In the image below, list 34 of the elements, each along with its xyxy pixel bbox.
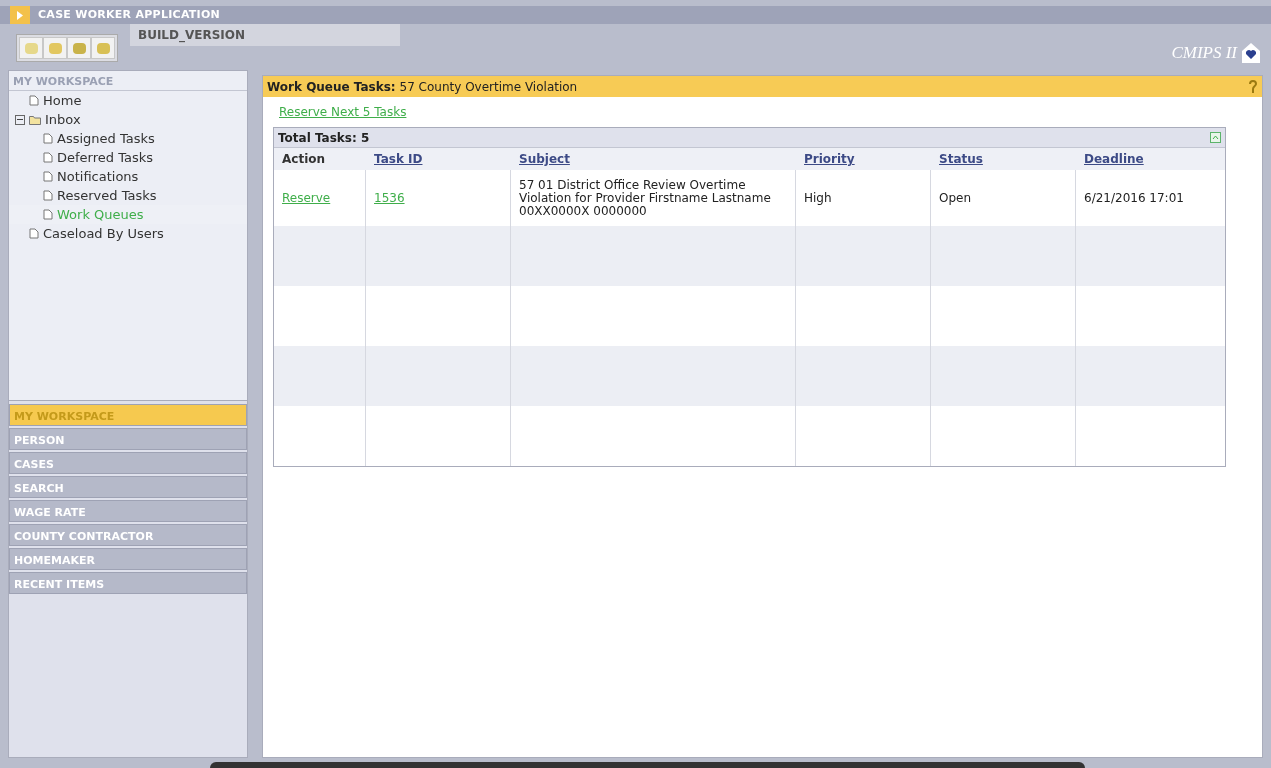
table-cell-text: High — [804, 190, 832, 207]
tree-item[interactable]: Caseload By Users — [9, 224, 247, 243]
table-cell-text: Open — [939, 190, 972, 207]
page-icon — [43, 209, 53, 220]
app-title: CASE WORKER APPLICATION — [38, 6, 221, 23]
column-header[interactable]: Status — [939, 150, 983, 168]
column-header[interactable]: Priority — [804, 150, 855, 168]
play-icon[interactable] — [10, 6, 30, 24]
page-icon — [29, 228, 39, 239]
build-version-label: BUILD_VERSION — [130, 24, 400, 46]
column-header[interactable]: Task ID — [374, 150, 423, 168]
page-title: Work Queue Tasks: 57 County Overtime Violation — [267, 78, 578, 96]
tree-item[interactable]: Notifications — [9, 167, 247, 186]
logo-text: CMIPS II — [1171, 42, 1237, 64]
tree-item[interactable]: Assigned Tasks — [9, 129, 247, 148]
help-icon[interactable] — [1248, 78, 1258, 95]
house-heart-icon — [1241, 41, 1261, 64]
tree-item[interactable]: Home — [9, 91, 247, 110]
tree-item[interactable]: Reserved Tasks — [9, 186, 247, 205]
table-cell-text: 57 01 District Office Review Overtime Violation for Provider Firstname Lastname 00XX0000X 0000000 — [519, 178, 772, 218]
tree-item[interactable]: Inbox — [9, 110, 247, 129]
panel-title: MY WORKSPACE — [9, 71, 247, 91]
page-icon — [43, 190, 53, 201]
page-icon — [29, 95, 39, 106]
column-header: Action — [282, 151, 326, 168]
page-icon — [43, 152, 53, 163]
page-icon — [43, 171, 53, 182]
table-caption: Total Tasks: 5 — [278, 129, 370, 147]
column-header[interactable]: Subject — [519, 150, 570, 168]
tree-item[interactable]: Deferred Tasks — [9, 148, 247, 167]
page-icon — [43, 133, 53, 144]
column-header[interactable]: Deadline — [1084, 150, 1144, 168]
table-cell-text: 6/21/2016 17:01 — [1084, 190, 1184, 207]
collapse-icon[interactable] — [15, 114, 25, 125]
